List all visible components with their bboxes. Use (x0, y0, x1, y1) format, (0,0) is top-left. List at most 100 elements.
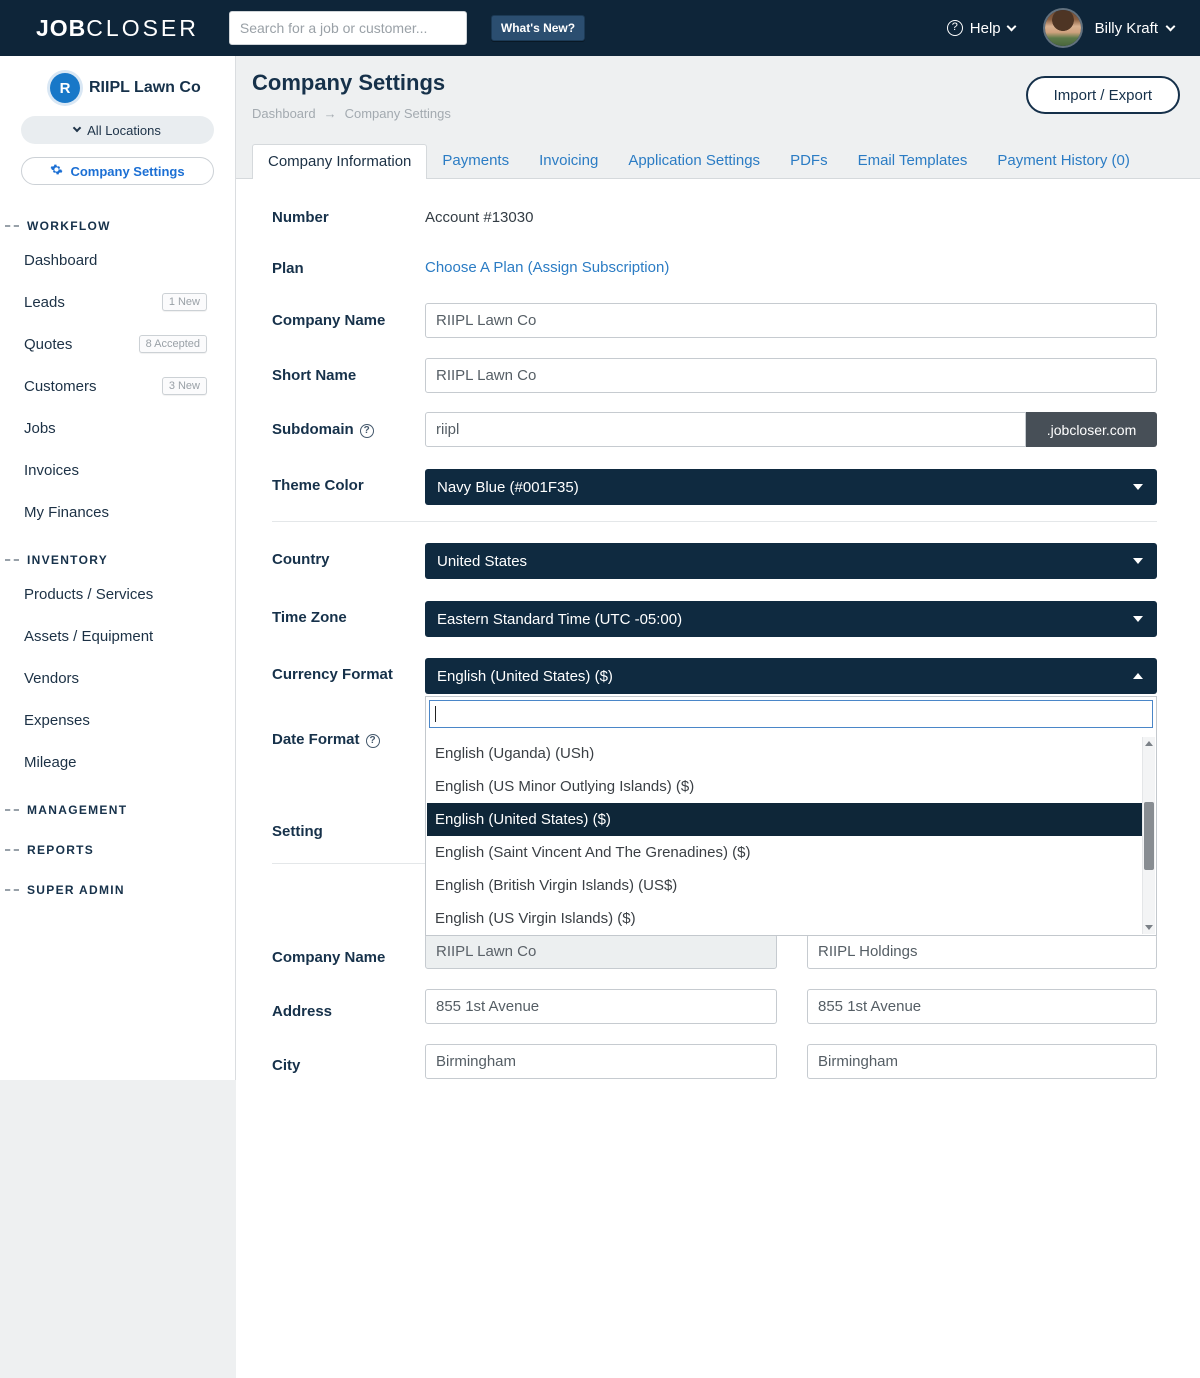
dropdown-option[interactable]: English (US Minor Outlying Islands) ($) (427, 770, 1142, 803)
section-header-super-admin[interactable]: SUPER ADMIN (0, 877, 235, 903)
tab-company-information[interactable]: Company Information (252, 144, 427, 179)
main-content: Company Settings Dashboard → Company Set… (236, 56, 1200, 1080)
number-label: Number (272, 209, 329, 226)
sidebar-item-quotes[interactable]: Quotes 8 Accepted (0, 323, 235, 365)
assign-subscription-link[interactable]: Assign Subscription (533, 259, 665, 276)
scroll-down-icon[interactable] (1143, 921, 1155, 934)
sidebar-item-assets-equipment[interactable]: Assets / Equipment (0, 615, 235, 657)
tab-payments[interactable]: Payments (427, 144, 524, 178)
sidebar-item-mileage[interactable]: Mileage (0, 741, 235, 783)
sidebar-item-jobs[interactable]: Jobs (0, 407, 235, 449)
sidebar-item-dashboard[interactable]: Dashboard (0, 239, 235, 281)
chevron-up-icon (1133, 673, 1143, 679)
dropdown-option[interactable]: English (Saint Vincent And The Grenadine… (427, 836, 1142, 869)
avatar[interactable] (1045, 10, 1081, 46)
scrollbar-thumb[interactable] (1144, 802, 1154, 870)
tab-application-settings[interactable]: Application Settings (613, 144, 775, 178)
help-menu[interactable]: ? Help (947, 20, 1015, 37)
account-number-value: Account #13030 (425, 209, 533, 226)
section-dash-icon (5, 889, 19, 891)
logo-text-light: CLOSER (86, 15, 199, 41)
customers-badge: 3 New (162, 377, 207, 395)
question-circle-icon[interactable]: ? (360, 424, 374, 438)
dropdown-option[interactable]: English (British Virgin Islands) (US$) (427, 869, 1142, 902)
subdomain-suffix: .jobcloser.com (1026, 412, 1157, 447)
dropdown-search-input[interactable] (429, 700, 1153, 728)
import-export-button[interactable]: Import / Export (1026, 76, 1180, 114)
section-header-reports[interactable]: REPORTS (0, 837, 235, 863)
short-name-input[interactable] (425, 358, 1157, 393)
tab-pdfs[interactable]: PDFs (775, 144, 843, 178)
company-name-row-label: Company Name (272, 949, 385, 966)
theme-color-select[interactable]: Navy Blue (#001F35) (425, 469, 1157, 505)
company-name-input[interactable] (425, 303, 1157, 338)
plan-links: Choose A Plan (Assign Subscription) (425, 259, 669, 276)
tab-email-templates[interactable]: Email Templates (843, 144, 983, 178)
company-name-label: Company Name (272, 312, 385, 329)
settings-card: Number Account #13030 Plan Choose A Plan… (236, 178, 1200, 1378)
sidebar-company: R RIIPL Lawn Co (0, 56, 235, 103)
section-header-workflow: WORKFLOW (0, 213, 235, 239)
country-select[interactable]: United States (425, 543, 1157, 579)
gear-icon (50, 163, 63, 179)
text-cursor (435, 706, 436, 722)
breadcrumb-current: Company Settings (345, 106, 451, 121)
tab-payment-history[interactable]: Payment History (0) (982, 144, 1145, 178)
currency-format-select[interactable]: English (United States) ($) (425, 658, 1157, 694)
sidebar: R RIIPL Lawn Co All Locations Company Se… (0, 56, 236, 1080)
company-name-secondary-input[interactable] (807, 934, 1157, 969)
top-bar: JOBCLOSER What's New? ? Help Billy Kraft (0, 0, 1200, 56)
leads-badge: 1 New (162, 293, 207, 311)
plan-label: Plan (272, 260, 304, 277)
user-menu[interactable]: Billy Kraft (1095, 20, 1174, 37)
address-main-input[interactable] (425, 989, 777, 1024)
chevron-down-icon (1133, 484, 1143, 490)
city-label: City (272, 1057, 300, 1074)
whats-new-button[interactable]: What's New? (491, 15, 585, 41)
help-icon: ? (947, 20, 963, 36)
section-divider (272, 521, 1157, 522)
sidebar-item-products-services[interactable]: Products / Services (0, 573, 235, 615)
all-locations-button[interactable]: All Locations (21, 116, 214, 144)
question-circle-icon[interactable]: ? (366, 734, 380, 748)
section-dash-icon (5, 559, 19, 561)
sidebar-item-customers[interactable]: Customers 3 New (0, 365, 235, 407)
section-dash-icon (5, 849, 19, 851)
all-locations-label: All Locations (87, 123, 161, 138)
section-header-management[interactable]: MANAGEMENT (0, 797, 235, 823)
currency-dropdown: English (Uganda) (USh) English (US Minor… (425, 696, 1157, 936)
timezone-select[interactable]: Eastern Standard Time (UTC -05:00) (425, 601, 1157, 637)
dropdown-scrollbar[interactable] (1142, 737, 1155, 934)
theme-color-label: Theme Color (272, 477, 364, 494)
sidebar-company-name: RIIPL Lawn Co (89, 79, 201, 97)
app-logo: JOBCLOSER (36, 15, 199, 42)
section-dash-icon (5, 225, 19, 227)
quotes-badge: 8 Accepted (139, 335, 207, 353)
dropdown-option[interactable]: English (US Virgin Islands) ($) (427, 902, 1142, 934)
global-search-input[interactable] (229, 11, 467, 45)
chevron-down-icon (1133, 616, 1143, 622)
sidebar-item-vendors[interactable]: Vendors (0, 657, 235, 699)
sidebar-nav: WORKFLOW Dashboard Leads 1 New Quotes 8 … (0, 213, 235, 903)
user-name: Billy Kraft (1095, 20, 1158, 37)
sidebar-item-invoices[interactable]: Invoices (0, 449, 235, 491)
timezone-label: Time Zone (272, 609, 347, 626)
dropdown-option-selected[interactable]: English (United States) ($) (427, 803, 1142, 836)
chevron-down-icon (1006, 21, 1016, 31)
scroll-up-icon[interactable] (1143, 737, 1155, 750)
company-settings-button[interactable]: Company Settings (21, 157, 214, 185)
dropdown-option[interactable]: English (Uganda) (USh) (427, 737, 1142, 770)
subdomain-input[interactable] (425, 412, 1026, 447)
city-secondary-input[interactable] (807, 1044, 1157, 1079)
choose-plan-link[interactable]: Choose A Plan (425, 259, 523, 276)
city-main-input[interactable] (425, 1044, 777, 1079)
chevron-down-icon (1166, 21, 1176, 31)
sidebar-item-expenses[interactable]: Expenses (0, 699, 235, 741)
breadcrumb-dashboard[interactable]: Dashboard (252, 106, 316, 121)
subdomain-label: Subdomain? (272, 421, 374, 438)
breadcrumb: Dashboard → Company Settings (252, 106, 451, 121)
address-secondary-input[interactable] (807, 989, 1157, 1024)
sidebar-item-my-finances[interactable]: My Finances (0, 491, 235, 533)
tab-invoicing[interactable]: Invoicing (524, 144, 613, 178)
sidebar-item-leads[interactable]: Leads 1 New (0, 281, 235, 323)
